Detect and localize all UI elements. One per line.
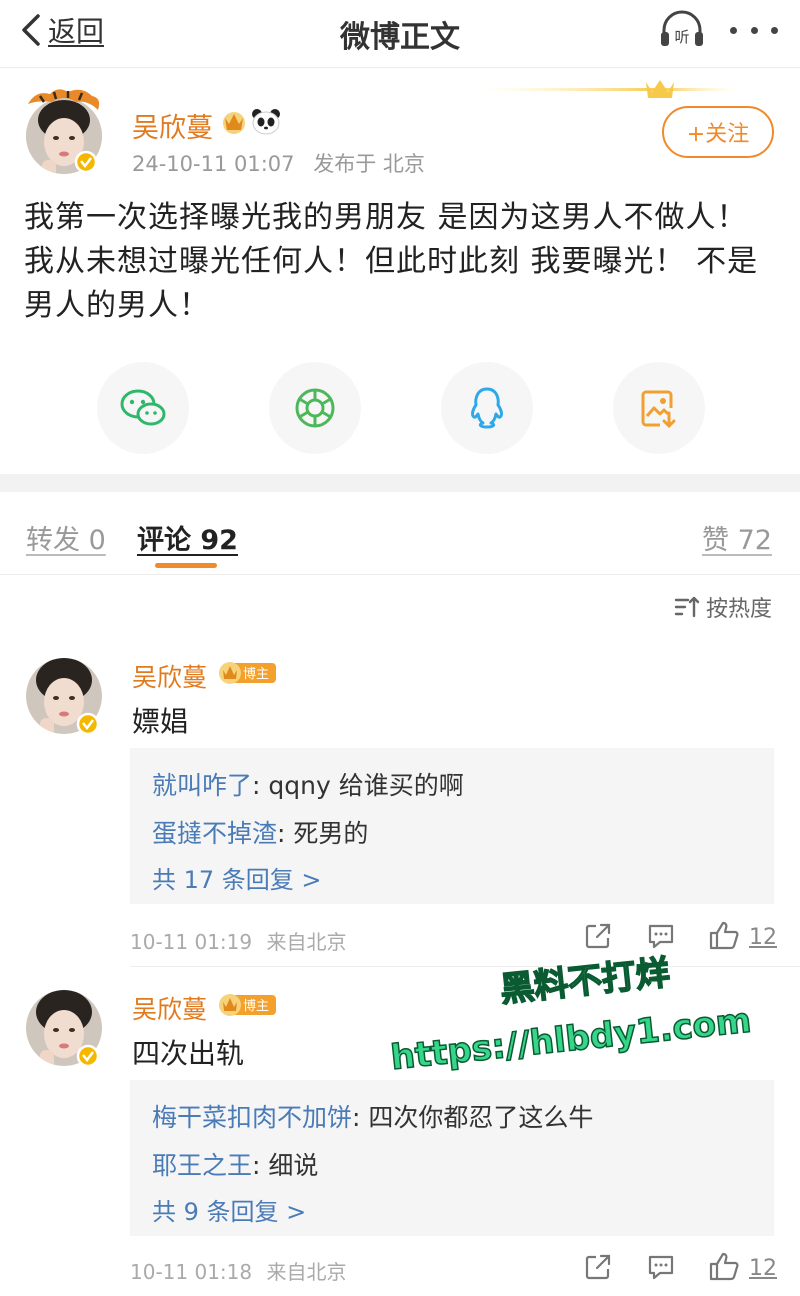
avatar [26, 658, 102, 736]
back-button[interactable]: 返回 [18, 10, 104, 50]
comment-icon [648, 924, 674, 949]
blogger-badge: 博主 [219, 994, 276, 1016]
crown-badge-icon [223, 112, 245, 134]
headphone-icon: 听 [661, 10, 703, 46]
badge-label: 博主 [243, 667, 269, 682]
author-badges [220, 106, 282, 136]
reply-comment-button[interactable] [646, 922, 676, 954]
thumbs-up-icon [709, 921, 739, 950]
more-replies-link[interactable]: 共 17 条回复 > [152, 860, 322, 895]
badge-label: 博主 [243, 999, 269, 1014]
nav-bar: 返回 微博正文 听 [0, 0, 800, 68]
more-replies-link[interactable]: 共 9 条回复 > [152, 1192, 306, 1227]
qq-icon [471, 387, 503, 429]
watermark-line1: 黑料不打烊 [498, 953, 671, 1011]
sort-toggle[interactable]: 按热度 [674, 592, 772, 622]
author-avatar[interactable] [22, 86, 106, 176]
comment-avatar[interactable] [22, 656, 106, 740]
chevron-left-icon [22, 14, 40, 46]
reply-comment-button[interactable] [646, 1253, 676, 1285]
panda-icon [252, 109, 280, 135]
verified-icon [76, 1044, 100, 1068]
reply-user[interactable]: 就叫咋了 [152, 771, 252, 800]
verified-icon [74, 150, 98, 174]
share-comment-button[interactable] [584, 922, 612, 954]
reply-user[interactable]: 蛋撻不掉渣 [152, 819, 277, 848]
reply-item: 就叫咋了: qqny 给谁买的啊 [152, 766, 464, 802]
comment-text: 四次出轨 [132, 1037, 245, 1070]
post-body: 我第一次选择曝光我的男朋友 是因为这男人不做人！ 我从未想过曝光任何人！但此时此… [24, 200, 759, 323]
like-count[interactable]: 12 [749, 925, 777, 950]
post-meta: 24-10-11 01:07 发布于 北京 [132, 148, 425, 178]
reply-item: 梅干菜扣肉不加饼: 四次你都忍了这么牛 [152, 1098, 593, 1134]
follow-button[interactable]: +关注 [662, 106, 774, 158]
reply-user[interactable]: 梅干菜扣肉不加饼 [152, 1103, 352, 1132]
listen-label: 听 [674, 28, 689, 46]
dot-icon [771, 26, 778, 34]
reply-preview[interactable]: 梅干菜扣肉不加饼: 四次你都忍了这么牛 耶王之王: 细说 共 9 条回复 > [130, 1080, 774, 1236]
dot-icon [730, 26, 737, 34]
comment-divider [130, 966, 800, 967]
reply-preview[interactable]: 就叫咋了: qqny 给谁买的啊 蛋撻不掉渣: 死男的 共 17 条回复 > [130, 748, 774, 904]
like-button[interactable] [708, 920, 740, 954]
save-image-button[interactable] [613, 362, 705, 454]
reply-user[interactable]: 耶王之王 [152, 1151, 252, 1180]
comment-time: 10-11 01:18 [130, 1260, 253, 1284]
back-label: 返回 [48, 15, 105, 48]
reply-item: 耶王之王: 细说 [152, 1146, 318, 1182]
comment-author[interactable]: 吴欣蔓 [132, 990, 207, 1026]
reply-text: : qqny 给谁买的啊 [252, 771, 464, 800]
reply-text: : 四次你都忍了这么牛 [352, 1103, 594, 1132]
sort-icon [674, 596, 700, 618]
share-icon [585, 1254, 611, 1280]
tab-comment[interactable]: 评论 92 [137, 518, 238, 557]
moments-icon [295, 388, 335, 428]
share-icon [585, 923, 611, 949]
reply-text: : 细说 [252, 1151, 319, 1180]
comment-time: 10-11 01:19 [130, 930, 253, 954]
comment-meta: 10-11 01:19 来自北京 [130, 926, 346, 955]
verified-icon [76, 712, 100, 736]
comment-text: 嫖娼 [132, 705, 189, 738]
save-image-icon [641, 390, 676, 429]
share-comment-button[interactable] [584, 1253, 612, 1285]
watermark-line2: https://hlbdy1.com [389, 1001, 753, 1076]
share-moments-button[interactable] [269, 362, 361, 454]
dot-icon [750, 26, 758, 34]
section-divider [0, 474, 800, 492]
active-tab-indicator [155, 563, 217, 568]
avatar [26, 89, 102, 174]
comment-author[interactable]: 吴欣蔓 [132, 658, 207, 694]
reply-text: : 死男的 [277, 819, 369, 848]
blogger-badge: 博主 [219, 662, 276, 684]
comment-avatar[interactable] [22, 988, 106, 1072]
wechat-icon [120, 389, 166, 426]
listen-button[interactable]: 听 [658, 10, 706, 50]
comment-meta: 10-11 01:18 来自北京 [130, 1256, 346, 1285]
avatar [26, 990, 102, 1068]
crown-decoration [478, 80, 738, 98]
share-wechat-button[interactable] [97, 362, 189, 454]
tab-like[interactable]: 赞 72 [702, 518, 772, 557]
tab-repost[interactable]: 转发 0 [26, 518, 106, 557]
like-count[interactable]: 12 [749, 1256, 777, 1281]
author-name[interactable]: 吴欣蔓 [132, 106, 213, 145]
comment-icon [648, 1255, 674, 1280]
sort-label: 按热度 [706, 597, 773, 622]
like-button[interactable] [708, 1251, 740, 1285]
share-qq-button[interactable] [441, 362, 533, 454]
post-timestamp: 24-10-11 01:07 [132, 152, 295, 176]
more-button[interactable] [730, 18, 778, 42]
comment-source: 来自北京 [266, 930, 347, 954]
thumbs-up-icon [709, 1252, 739, 1281]
reply-item: 蛋撻不掉渣: 死男的 [152, 814, 368, 850]
comment-source: 来自北京 [266, 1260, 347, 1284]
tabs-divider [0, 574, 800, 575]
post-location: 发布于 北京 [313, 152, 425, 176]
